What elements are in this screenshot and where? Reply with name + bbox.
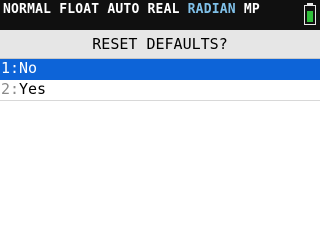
status-mode-text: NORMAL FLOAT AUTO REAL RADIAN MP xyxy=(3,2,260,17)
dialog-title-bar: RESET DEFAULTS? xyxy=(0,30,320,59)
mode-auto: AUTO xyxy=(107,2,140,17)
mode-mp: MP xyxy=(243,2,260,17)
mode-real: REAL xyxy=(147,2,180,17)
mode-float: FLOAT xyxy=(59,2,100,17)
dialog-title: RESET DEFAULTS? xyxy=(92,35,228,53)
battery-fill xyxy=(307,11,313,22)
menu-item-separator: : xyxy=(10,59,20,77)
menu-item-no[interactable]: 1 : No xyxy=(0,59,320,80)
menu-item-label: No xyxy=(19,59,38,77)
menu-item-separator: : xyxy=(10,80,20,98)
mode-normal: NORMAL xyxy=(3,2,52,17)
battery-icon xyxy=(304,3,316,25)
menu-item-yes[interactable]: 2 : Yes xyxy=(0,80,320,101)
battery-body xyxy=(304,5,316,25)
calculator-screen: NORMAL FLOAT AUTO REAL RADIAN MP RESET D… xyxy=(0,0,320,240)
mode-angle: RADIAN xyxy=(187,2,236,17)
status-bar: NORMAL FLOAT AUTO REAL RADIAN MP xyxy=(0,0,320,30)
menu-item-label: Yes xyxy=(19,80,47,98)
menu-item-number: 2 xyxy=(1,80,11,98)
menu-item-number: 1 xyxy=(1,59,11,77)
